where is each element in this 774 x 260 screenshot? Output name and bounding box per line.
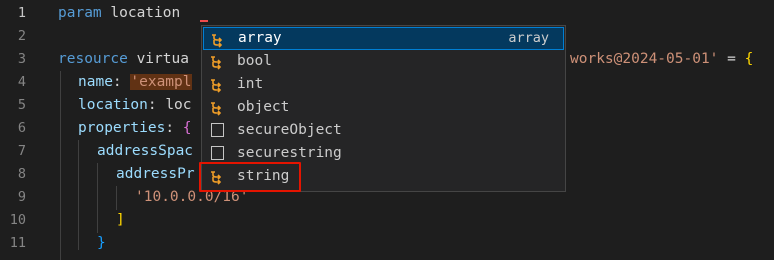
snippet-box-icon — [211, 146, 224, 160]
code-line-3[interactable]: resource virtua — [58, 48, 189, 71]
highlight-box — [199, 162, 301, 192]
code-line-7[interactable]: addressSpac — [97, 140, 193, 163]
line-number: 5 — [17, 97, 26, 113]
error-squiggle — [200, 16, 208, 22]
code-line-8[interactable]: addressPr — [116, 163, 195, 186]
suggestion-item-int[interactable]: int — [203, 73, 564, 96]
type-parameter-icon — [211, 102, 222, 116]
line-number: 10 — [9, 212, 26, 228]
indent-guide — [97, 163, 98, 233]
code-line-5[interactable]: location: loc — [78, 94, 192, 117]
suggestion-item-secureObject[interactable]: secureObject — [203, 119, 564, 142]
indent-guide — [60, 71, 61, 260]
code-line-4[interactable]: name: 'exampl — [78, 71, 192, 94]
code-editor[interactable]: 1 2 3 4 5 6 7 8 9 10 11 param location r… — [0, 0, 774, 260]
line-number: 4 — [17, 74, 26, 90]
type-parameter-icon — [212, 34, 223, 48]
suggestion-item-bool[interactable]: bool — [203, 50, 564, 73]
line-number: 8 — [17, 166, 26, 182]
line-number: 3 — [17, 51, 26, 67]
line-number: 1 — [17, 5, 26, 21]
suggestion-item-array[interactable]: array array — [203, 27, 564, 50]
line-number: 2 — [17, 28, 26, 44]
snippet-box-icon — [211, 123, 224, 137]
code-line-3-tail[interactable]: works@2024-05-01' = { — [570, 48, 753, 71]
line-number: 9 — [17, 189, 26, 205]
type-parameter-icon — [211, 56, 222, 70]
line-number: 11 — [9, 235, 26, 251]
code-line-6[interactable]: properties: { — [78, 117, 192, 140]
code-line-10[interactable]: ] — [116, 209, 125, 232]
indent-guide — [116, 186, 117, 210]
code-line-11[interactable]: } — [97, 232, 106, 255]
type-parameter-icon — [211, 79, 222, 93]
code-line-1[interactable]: param location — [58, 2, 180, 25]
suggestion-item-object[interactable]: object — [203, 96, 564, 119]
line-number: 7 — [17, 143, 26, 159]
indent-guide — [78, 140, 79, 250]
line-number-gutter: 1 2 3 4 5 6 7 8 9 10 11 — [0, 0, 40, 260]
line-number: 6 — [17, 120, 26, 136]
